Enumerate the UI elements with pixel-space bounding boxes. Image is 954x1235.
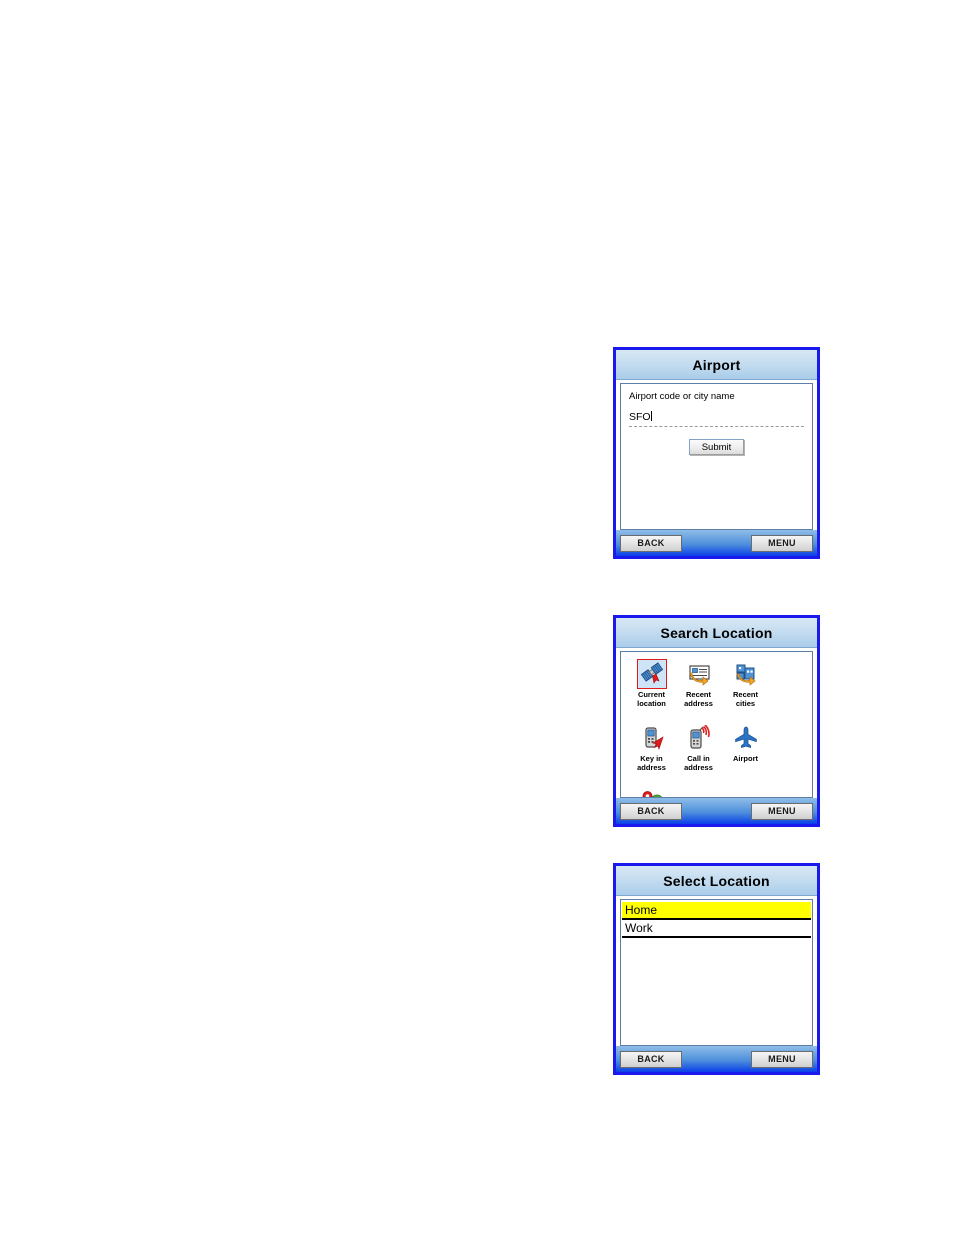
grid-item-label: Current location (637, 690, 666, 708)
softkey-bar: BACK MENU (616, 530, 817, 556)
titlebar: Select Location (616, 866, 817, 896)
grid-item-recent-address[interactable]: Recent address (675, 659, 722, 716)
softkey-bar: BACK MENU (616, 798, 817, 824)
locations-icon (637, 787, 667, 797)
titlebar: Search Location (616, 618, 817, 648)
screen-canvas: Home Work (620, 899, 813, 1046)
airport-input[interactable]: SFO (629, 407, 804, 427)
location-list: Home Work (621, 900, 812, 938)
grid-item-locations[interactable]: Locations (628, 787, 675, 797)
recent-address-icon (684, 659, 714, 689)
back-button[interactable]: BACK (620, 802, 682, 820)
grid-item-key-in-address[interactable]: Key in address (628, 723, 675, 780)
text-caret (650, 411, 652, 421)
list-item[interactable]: Work (622, 920, 811, 938)
titlebar: Airport (616, 350, 817, 380)
location-icon-grid: Current location Recent address Recent c… (621, 652, 812, 797)
grid-item-label: Airport (733, 754, 758, 763)
submit-button[interactable]: Submit (689, 439, 744, 455)
grid-item-label: Key in address (637, 754, 666, 772)
phone-mockup-airport: Airport Airport code or city name SFO Su… (613, 347, 820, 559)
airport-input-value: SFO (629, 411, 651, 423)
grid-item-call-in-address[interactable]: Call in address (675, 723, 722, 780)
grid-item-label: Call in address (684, 754, 713, 772)
call-in-address-icon (684, 723, 714, 753)
screen-canvas: Airport code or city name SFO Submit (620, 383, 813, 530)
page-title: Select Location (663, 872, 770, 889)
input-underline (629, 426, 804, 427)
list-item[interactable]: Home (622, 902, 811, 920)
satellite-icon (636, 659, 667, 689)
menu-button[interactable]: MENU (751, 534, 813, 552)
menu-button[interactable]: MENU (751, 1050, 813, 1068)
menu-button[interactable]: MENU (751, 802, 813, 820)
back-button[interactable]: BACK (620, 534, 682, 552)
page-title: Airport (692, 356, 741, 373)
phone-mockup-select-location: Select Location Home Work BACK MENU (613, 863, 820, 1075)
airport-field-label: Airport code or city name (629, 391, 735, 402)
page-title: Search Location (660, 624, 773, 641)
back-button[interactable]: BACK (620, 1050, 682, 1068)
phone-mockup-search-location: Search Location Current location Recent … (613, 615, 820, 827)
screen-canvas: Current location Recent address Recent c… (620, 651, 813, 798)
recent-cities-icon (731, 659, 761, 689)
grid-item-recent-cities[interactable]: Recent cities (722, 659, 769, 716)
grid-item-current-location[interactable]: Current location (628, 659, 675, 716)
airplane-icon (731, 723, 761, 753)
grid-item-label: Recent address (684, 690, 713, 708)
softkey-bar: BACK MENU (616, 1046, 817, 1072)
grid-item-airport[interactable]: Airport (722, 723, 769, 780)
grid-item-label: Recent cities (732, 690, 758, 708)
key-in-address-icon (637, 723, 667, 753)
